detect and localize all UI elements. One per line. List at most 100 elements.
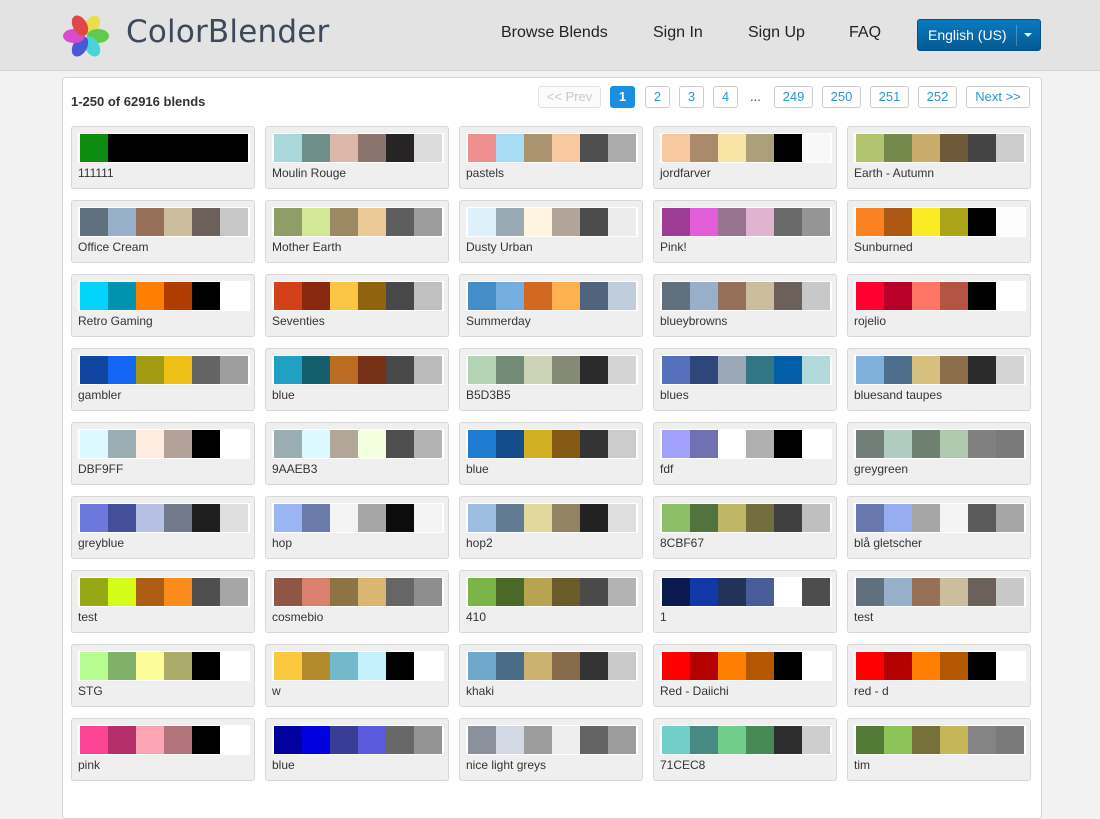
color-swatch-strip[interactable]	[854, 207, 1026, 237]
blend-card[interactable]: blue	[459, 422, 643, 485]
blend-name[interactable]: Pink!	[660, 240, 687, 254]
blend-card[interactable]: Earth - Autumn	[847, 126, 1031, 189]
blend-name[interactable]: blue	[272, 388, 295, 402]
blend-name[interactable]: 1	[660, 610, 667, 624]
blend-card[interactable]: test	[71, 570, 255, 633]
color-swatch-strip[interactable]	[466, 429, 638, 459]
color-swatch-strip[interactable]	[466, 281, 638, 311]
blend-card[interactable]: nice light greys	[459, 718, 643, 781]
color-swatch-strip[interactable]	[660, 503, 832, 533]
nav-sign-up[interactable]: Sign Up	[748, 24, 805, 42]
blend-card[interactable]: 111111	[71, 126, 255, 189]
nav-sign-in[interactable]: Sign In	[653, 24, 703, 42]
blend-card[interactable]: Retro Gaming	[71, 274, 255, 337]
blend-card[interactable]: khaki	[459, 644, 643, 707]
chevron-down-icon[interactable]	[1024, 33, 1032, 37]
page-2[interactable]: 2	[645, 86, 670, 108]
color-swatch-strip[interactable]	[660, 207, 832, 237]
color-swatch-strip[interactable]	[272, 503, 444, 533]
blend-card[interactable]: 1	[653, 570, 837, 633]
blend-card[interactable]: 9AAEB3	[265, 422, 449, 485]
blend-card[interactable]: blueybrowns	[653, 274, 837, 337]
blend-card[interactable]: Moulin Rouge	[265, 126, 449, 189]
blend-card[interactable]: DBF9FF	[71, 422, 255, 485]
color-swatch-strip[interactable]	[466, 207, 638, 237]
color-swatch-strip[interactable]	[854, 281, 1026, 311]
blend-name[interactable]: Summerday	[466, 314, 531, 328]
color-swatch-strip[interactable]	[660, 725, 832, 755]
blend-name[interactable]: Dusty Urban	[466, 240, 533, 254]
color-swatch-strip[interactable]	[272, 207, 444, 237]
page-252[interactable]: 252	[918, 86, 957, 108]
blend-card[interactable]: STG	[71, 644, 255, 707]
blend-card[interactable]: blues	[653, 348, 837, 411]
blend-card[interactable]: Pink!	[653, 200, 837, 263]
color-swatch-strip[interactable]	[272, 725, 444, 755]
blend-name[interactable]: fdf	[660, 462, 673, 476]
color-swatch-strip[interactable]	[854, 651, 1026, 681]
blend-card[interactable]: red - d	[847, 644, 1031, 707]
color-swatch-strip[interactable]	[78, 133, 250, 163]
color-swatch-strip[interactable]	[854, 133, 1026, 163]
blend-card[interactable]: blå gletscher	[847, 496, 1031, 559]
blend-card[interactable]: Mother Earth	[265, 200, 449, 263]
blend-card[interactable]: blue	[265, 348, 449, 411]
page-251[interactable]: 251	[870, 86, 909, 108]
color-swatch-strip[interactable]	[272, 577, 444, 607]
blend-name[interactable]: blue	[466, 462, 489, 476]
color-swatch-strip[interactable]	[78, 503, 250, 533]
blend-name[interactable]: w	[272, 684, 281, 698]
blend-name[interactable]: hop2	[466, 536, 493, 550]
colorblender-logo-icon[interactable]	[60, 10, 112, 62]
blend-name[interactable]: 410	[466, 610, 486, 624]
blend-card[interactable]: Office Cream	[71, 200, 255, 263]
blend-name[interactable]: test	[78, 610, 97, 624]
blend-name[interactable]: red - d	[854, 684, 889, 698]
brand-name[interactable]: ColorBlender	[126, 14, 329, 50]
blend-name[interactable]: tim	[854, 758, 870, 772]
blend-card[interactable]: pastels	[459, 126, 643, 189]
color-swatch-strip[interactable]	[466, 577, 638, 607]
page-1[interactable]: 1	[610, 86, 635, 108]
blend-card[interactable]: blue	[265, 718, 449, 781]
blend-name[interactable]: test	[854, 610, 873, 624]
color-swatch-strip[interactable]	[466, 355, 638, 385]
blend-card[interactable]: B5D3B5	[459, 348, 643, 411]
blend-card[interactable]: Summerday	[459, 274, 643, 337]
blend-card[interactable]: 8CBF67	[653, 496, 837, 559]
color-swatch-strip[interactable]	[78, 207, 250, 237]
blend-name[interactable]: B5D3B5	[466, 388, 511, 402]
blend-name[interactable]: Seventies	[272, 314, 325, 328]
nav-browse-blends[interactable]: Browse Blends	[501, 24, 608, 42]
color-swatch-strip[interactable]	[466, 651, 638, 681]
blend-name[interactable]: nice light greys	[466, 758, 546, 772]
blend-name[interactable]: bluesand taupes	[854, 388, 942, 402]
color-swatch-strip[interactable]	[78, 725, 250, 755]
prev-page-button[interactable]: << Prev	[538, 86, 601, 108]
color-swatch-strip[interactable]	[854, 355, 1026, 385]
blend-name[interactable]: Moulin Rouge	[272, 166, 346, 180]
color-swatch-strip[interactable]	[272, 281, 444, 311]
color-swatch-strip[interactable]	[660, 651, 832, 681]
blend-name[interactable]: khaki	[466, 684, 494, 698]
color-swatch-strip[interactable]	[466, 133, 638, 163]
blend-name[interactable]: gambler	[78, 388, 121, 402]
blend-card[interactable]: test	[847, 570, 1031, 633]
blend-name[interactable]: blueybrowns	[660, 314, 727, 328]
blend-name[interactable]: pink	[78, 758, 100, 772]
blend-name[interactable]: 71CEC8	[660, 758, 705, 772]
blend-card[interactable]: hop2	[459, 496, 643, 559]
blend-name[interactable]: greyblue	[78, 536, 124, 550]
color-swatch-strip[interactable]	[854, 725, 1026, 755]
color-swatch-strip[interactable]	[660, 429, 832, 459]
color-swatch-strip[interactable]	[854, 577, 1026, 607]
blend-name[interactable]: Retro Gaming	[78, 314, 153, 328]
color-swatch-strip[interactable]	[660, 281, 832, 311]
blend-card[interactable]: greyblue	[71, 496, 255, 559]
blend-name[interactable]: Earth - Autumn	[854, 166, 934, 180]
blend-name[interactable]: blues	[660, 388, 689, 402]
blend-card[interactable]: bluesand taupes	[847, 348, 1031, 411]
blend-name[interactable]: rojelio	[854, 314, 886, 328]
blend-card[interactable]: 410	[459, 570, 643, 633]
blend-name[interactable]: DBF9FF	[78, 462, 123, 476]
